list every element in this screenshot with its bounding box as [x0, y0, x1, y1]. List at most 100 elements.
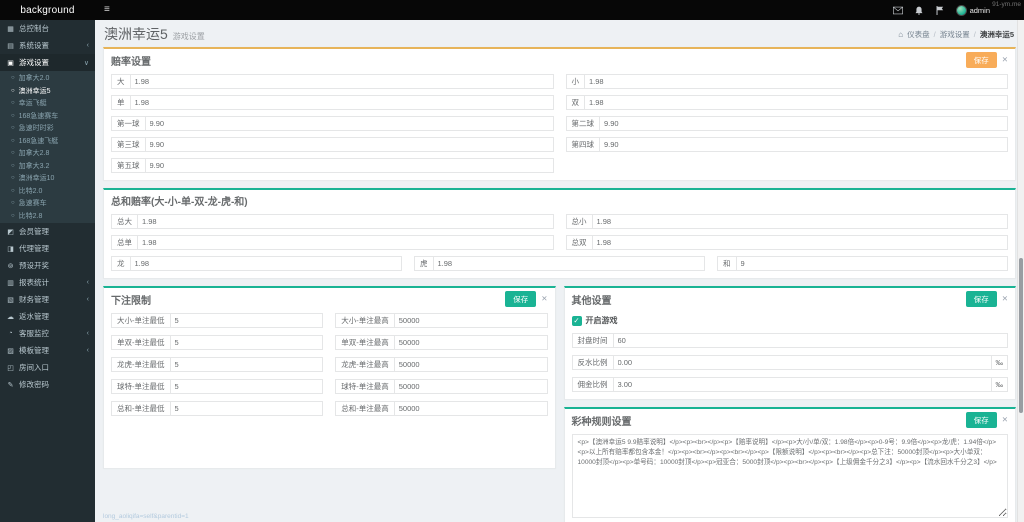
sidebar-subitem-australia-lucky5[interactable]: ○澳洲幸运5	[0, 85, 95, 98]
odd-odds-input[interactable]	[130, 95, 554, 110]
commission-ratio-input[interactable]	[613, 377, 992, 392]
field-label: 单双-单注最低	[111, 335, 170, 350]
sidebar-toggle-icon[interactable]: ≡	[104, 5, 110, 15]
oddeven-min-input[interactable]	[170, 335, 324, 350]
sum-even-input[interactable]	[592, 235, 1009, 250]
small-odds-input[interactable]	[584, 74, 1008, 89]
sum-odds-panel-title: 总和赔率(大-小-单-双-龙-虎-和)	[111, 193, 248, 208]
rules-textarea[interactable]: <p>【澳洲幸运5 9.9赔率说明】</p><p><br></p><p>【赔率说…	[572, 434, 1009, 518]
dragontiger-min-input[interactable]	[170, 357, 324, 372]
sidebar-subitem-speed-racing[interactable]: ○急速赛车	[0, 197, 95, 210]
scrollbar-thumb[interactable]	[1019, 258, 1023, 413]
sidebar-subitem-australia-lucky10[interactable]: ○澳洲幸运10	[0, 172, 95, 185]
tie-input[interactable]	[736, 256, 1009, 271]
sidebar-item-agents[interactable]: ◨代理管理	[0, 240, 95, 257]
sidebar-item-change-password[interactable]: ✎修改密码	[0, 376, 95, 393]
oddeven-max-input[interactable]	[394, 335, 548, 350]
field-small: 小	[566, 74, 1009, 89]
sidebar-subitem-bit-2-0[interactable]: ○比特2.0	[0, 185, 95, 198]
sum-small-input[interactable]	[592, 214, 1009, 229]
sidebar-subitem-canada-3-2[interactable]: ○加拿大3.2	[0, 160, 95, 173]
bigsmall-min-input[interactable]	[170, 313, 324, 328]
ballspecial-min-input[interactable]	[170, 379, 324, 394]
even-odds-input[interactable]	[584, 95, 1008, 110]
sum-max-input[interactable]	[394, 401, 548, 416]
collapse-icon[interactable]: ✕	[1002, 295, 1008, 303]
sidebar-subitem-168-racing[interactable]: ○168急速赛车	[0, 110, 95, 123]
breadcrumb-home[interactable]: 仪表盘	[907, 29, 930, 40]
circle-icon: ○	[11, 150, 15, 156]
close-time-input[interactable]	[613, 333, 1009, 348]
sidebar-item-dashboard[interactable]: ▦ 总控制台	[0, 20, 95, 37]
collapse-icon[interactable]: ✕	[541, 295, 547, 303]
odds-panel: 赔率设置 保存 ✕ 大 小 单 双 第一球 第二球 第三球 第四球 第五球	[103, 47, 1016, 181]
dragon-input[interactable]	[130, 256, 403, 271]
sum-odd-input[interactable]	[137, 235, 554, 250]
language-flag-icon[interactable]	[935, 5, 945, 15]
breadcrumb-separator: /	[974, 30, 976, 39]
circle-icon: ○	[11, 200, 15, 206]
sidebar-subitem-canada-2-8[interactable]: ○加拿大2.8	[0, 147, 95, 160]
page-subtitle: 游戏设置	[173, 31, 205, 42]
field-ball5: 第五球	[111, 158, 554, 173]
collapse-icon[interactable]: ✕	[1002, 56, 1008, 64]
field-label: 总大	[111, 214, 137, 229]
field-label: 反水比例	[572, 355, 613, 370]
rebate-icon: ☁	[6, 313, 15, 321]
ball5-odds-input[interactable]	[145, 158, 554, 173]
field-label: 虎	[414, 256, 433, 271]
content-area: 赔率设置 保存 ✕ 大 小 单 双 第一球 第二球 第三球 第四球 第五球	[95, 47, 1024, 522]
subitem-label: 澳洲幸运5	[19, 86, 51, 96]
sidebar-item-label: 客服监控	[19, 328, 49, 339]
sidebar-item-templates[interactable]: ▨模板管理‹	[0, 342, 95, 359]
rebate-ratio-input[interactable]	[613, 355, 992, 370]
sidebar-item-finance[interactable]: ▧财务管理‹	[0, 291, 95, 308]
field-label: 大小-单注最低	[111, 313, 170, 328]
other-settings-save-button[interactable]: 保存	[966, 291, 997, 307]
ball2-odds-input[interactable]	[599, 116, 1008, 131]
sidebar-item-preset-draw[interactable]: ⊚预设开奖	[0, 257, 95, 274]
sidebar-item-label: 返水管理	[19, 311, 49, 322]
field-label: 第二球	[566, 116, 600, 131]
sidebar-item-room-entrance[interactable]: ◰房间入口	[0, 359, 95, 376]
enable-game-checkbox-row[interactable]: ✓ 开启游戏	[572, 315, 1009, 326]
sum-big-input[interactable]	[137, 214, 554, 229]
rules-panel-title: 彩种规则设置	[572, 413, 632, 428]
sidebar-item-support-monitor[interactable]: ◔客服监控‹	[0, 325, 95, 342]
ballspecial-max-input[interactable]	[394, 379, 548, 394]
checkbox-checked-icon[interactable]: ✓	[572, 316, 582, 326]
ball4-odds-input[interactable]	[599, 137, 1008, 152]
sidebar-item-rebate[interactable]: ☁ 返水管理	[0, 308, 95, 325]
sidebar-subitem-bit-2-8[interactable]: ○比特2.8	[0, 210, 95, 223]
ball1-odds-input[interactable]	[145, 116, 554, 131]
ball3-odds-input[interactable]	[145, 137, 554, 152]
sidebar-subitem-canada-2-0[interactable]: ○加拿大2.0	[0, 72, 95, 85]
sidebar-item-game-settings[interactable]: ▣ 游戏设置 ∨	[0, 54, 95, 71]
notifications-bell-icon[interactable]	[914, 5, 924, 15]
sidebar-subitem-speed-ssc[interactable]: ○急速时时彩	[0, 122, 95, 135]
subitem-label: 比特2.0	[19, 186, 43, 196]
field-label: 第四球	[566, 137, 600, 152]
bet-limit-save-button[interactable]: 保存	[505, 291, 536, 307]
sidebar-subitem-168-airship[interactable]: ○168急速飞艇	[0, 135, 95, 148]
collapse-icon[interactable]: ✕	[1002, 416, 1008, 424]
big-odds-input[interactable]	[130, 74, 554, 89]
sidebar-item-system-settings[interactable]: ▤ 系统设置 ‹	[0, 37, 95, 54]
dragontiger-max-input[interactable]	[394, 357, 548, 372]
field-ballspecial-min: 球特-单注最低	[111, 379, 323, 394]
tiger-input[interactable]	[433, 256, 706, 271]
odds-save-button[interactable]: 保存	[966, 52, 997, 68]
sidebar-item-reports[interactable]: ▥报表统计‹	[0, 274, 95, 291]
bigsmall-max-input[interactable]	[394, 313, 548, 328]
sidebar-item-label: 房间入口	[19, 362, 49, 373]
vertical-scrollbar[interactable]	[1017, 20, 1024, 522]
user-menu[interactable]: admin	[956, 5, 990, 16]
field-label: 总和-单注最高	[335, 401, 394, 416]
sidebar-subitem-lucky-airship[interactable]: ○幸运飞艇	[0, 97, 95, 110]
rules-save-button[interactable]: 保存	[966, 412, 997, 428]
bet-limit-panel-title: 下注限制	[111, 292, 151, 307]
messages-envelope-icon[interactable]	[893, 5, 903, 15]
breadcrumb-level1[interactable]: 游戏设置	[940, 29, 970, 40]
sum-min-input[interactable]	[170, 401, 324, 416]
sidebar-item-members[interactable]: ◩会员管理	[0, 223, 95, 240]
